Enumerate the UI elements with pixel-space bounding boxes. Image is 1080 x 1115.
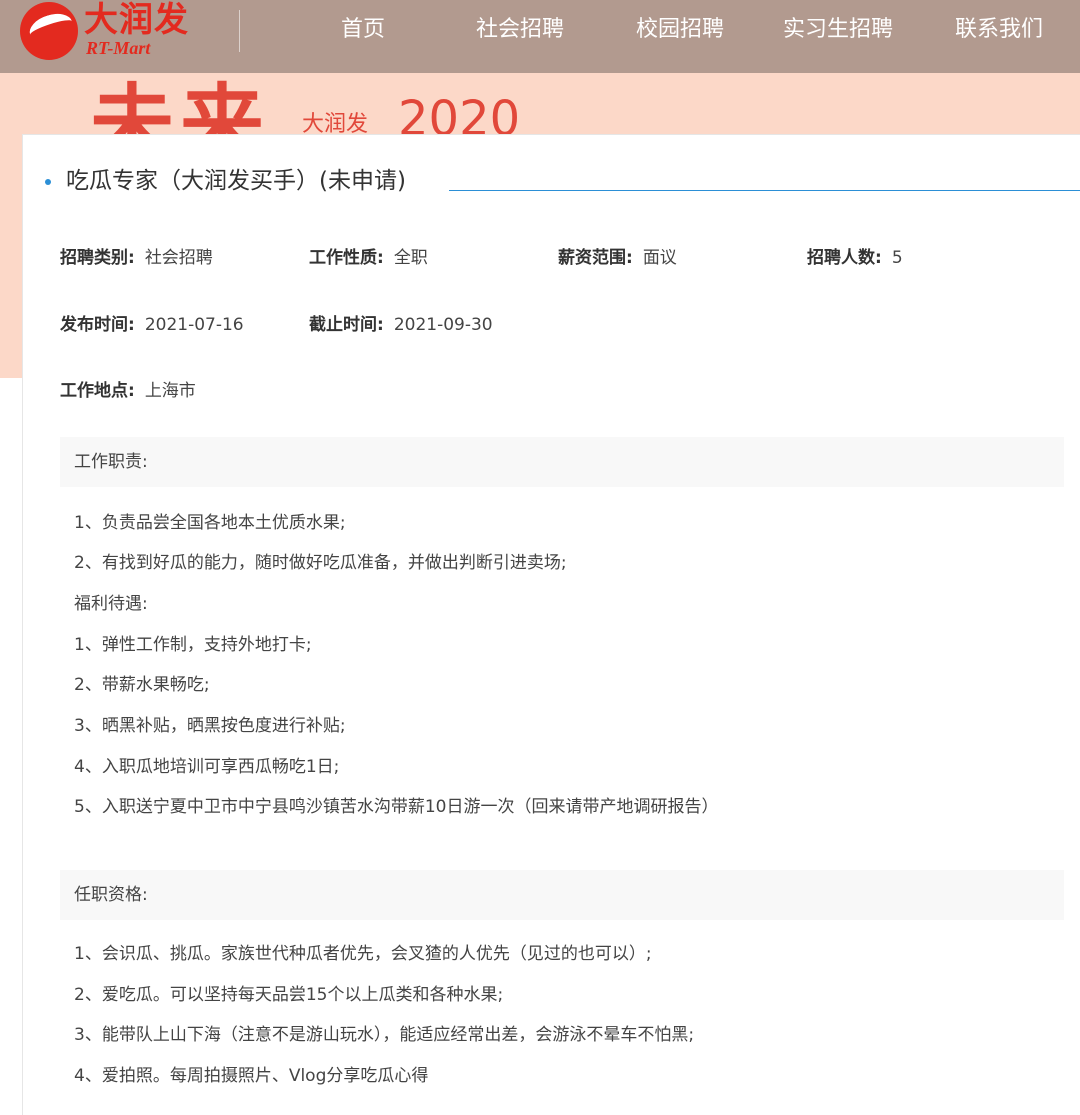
nav-contact-us[interactable]: 联系我们 bbox=[955, 0, 1043, 60]
title-underline bbox=[449, 190, 1080, 191]
meta-location-value: 上海市 bbox=[144, 381, 196, 401]
meta-publish-date: 发布时间: 2021-07-16 bbox=[60, 312, 244, 338]
header-divider bbox=[239, 10, 240, 52]
meta-category: 招聘类别: 社会招聘 bbox=[60, 245, 213, 271]
meta-salary-value: 面议 bbox=[642, 248, 677, 268]
meta-location-label: 工作地点: bbox=[60, 381, 135, 401]
meta-publish-label: 发布时间: bbox=[60, 315, 135, 335]
page: 大润发 RT-Mart 首页 社会招聘 校园招聘 实习生招聘 联系我们 未来 大… bbox=[0, 0, 1080, 1115]
top-header: 大润发 RT-Mart 首页 社会招聘 校园招聘 实习生招聘 联系我们 bbox=[0, 0, 1080, 73]
job-detail-card: 吃瓜专家（大润发买手）(未申请) 招聘类别: 社会招聘 工作性质: 全职 薪资范围:… bbox=[22, 134, 1080, 1115]
meta-count-value: 5 bbox=[891, 248, 903, 268]
rt-mart-logo[interactable]: 大润发 RT-Mart bbox=[20, 0, 200, 62]
meta-publish-value: 2021-07-16 bbox=[144, 315, 244, 335]
qualification-item: 3、能带队上山下海（注意不是游山玩水），能适应经常出差，会游泳不晕车不怕黑; bbox=[74, 1025, 695, 1045]
section-qualifications-header: 任职资格: bbox=[60, 870, 1064, 920]
qualification-item: 2、爱吃瓜。可以坚持每天品尝15个以上瓜类和各种水果; bbox=[74, 985, 504, 1005]
benefits-title: 福利待遇: bbox=[74, 594, 148, 614]
meta-location: 工作地点: 上海市 bbox=[60, 378, 196, 404]
meta-category-label: 招聘类别: bbox=[60, 248, 135, 268]
section-duties-header: 工作职责: bbox=[60, 437, 1064, 487]
benefit-item: 1、弹性工作制，支持外地打卡; bbox=[74, 635, 312, 655]
logo-emblem-icon bbox=[20, 2, 78, 60]
benefit-item: 4、入职瓜地培训可享西瓜畅吃1日; bbox=[74, 757, 340, 777]
nav-campus-recruitment[interactable]: 校园招聘 bbox=[636, 0, 724, 60]
title-bullet-icon bbox=[45, 179, 51, 185]
logo-chinese-name: 大润发 bbox=[84, 0, 189, 40]
meta-nature: 工作性质: 全职 bbox=[309, 245, 428, 271]
meta-deadline-value: 2021-09-30 bbox=[393, 315, 493, 335]
duty-item: 1、负责品尝全国各地本土优质水果; bbox=[74, 513, 346, 533]
meta-category-value: 社会招聘 bbox=[144, 248, 213, 268]
nav-social-recruitment[interactable]: 社会招聘 bbox=[476, 0, 564, 60]
benefit-item: 2、带薪水果畅吃; bbox=[74, 675, 210, 695]
nav-home[interactable]: 首页 bbox=[341, 0, 385, 60]
meta-salary: 薪资范围: 面议 bbox=[558, 245, 677, 271]
nav-intern-recruitment[interactable]: 实习生招聘 bbox=[783, 0, 893, 60]
meta-salary-label: 薪资范围: bbox=[558, 248, 633, 268]
benefit-item: 5、入职送宁夏中卫市中宁县鸣沙镇苦水沟带薪10日游一次（回来请带产地调研报告） bbox=[74, 797, 719, 817]
meta-deadline-label: 截止时间: bbox=[309, 315, 384, 335]
qualification-item: 4、爱拍照。每周拍摄照片、Vlog分享吃瓜心得 bbox=[74, 1066, 429, 1086]
duty-item: 2、有找到好瓜的能力，随时做好吃瓜准备，并做出判断引进卖场; bbox=[74, 553, 567, 573]
qualification-item: 1、会识瓜、挑瓜。家族世代种瓜者优先，会叉猹的人优先（见过的也可以）; bbox=[74, 944, 652, 964]
job-title: 吃瓜专家（大润发买手）(未申请) bbox=[66, 168, 406, 194]
meta-nature-label: 工作性质: bbox=[309, 248, 384, 268]
logo-english-name: RT-Mart bbox=[86, 38, 151, 58]
meta-count-label: 招聘人数: bbox=[807, 248, 882, 268]
benefit-item: 3、晒黑补贴，晒黑按色度进行补贴; bbox=[74, 716, 346, 736]
meta-nature-value: 全职 bbox=[393, 248, 428, 268]
meta-deadline: 截止时间: 2021-09-30 bbox=[309, 312, 493, 338]
meta-count: 招聘人数: 5 bbox=[807, 245, 903, 271]
